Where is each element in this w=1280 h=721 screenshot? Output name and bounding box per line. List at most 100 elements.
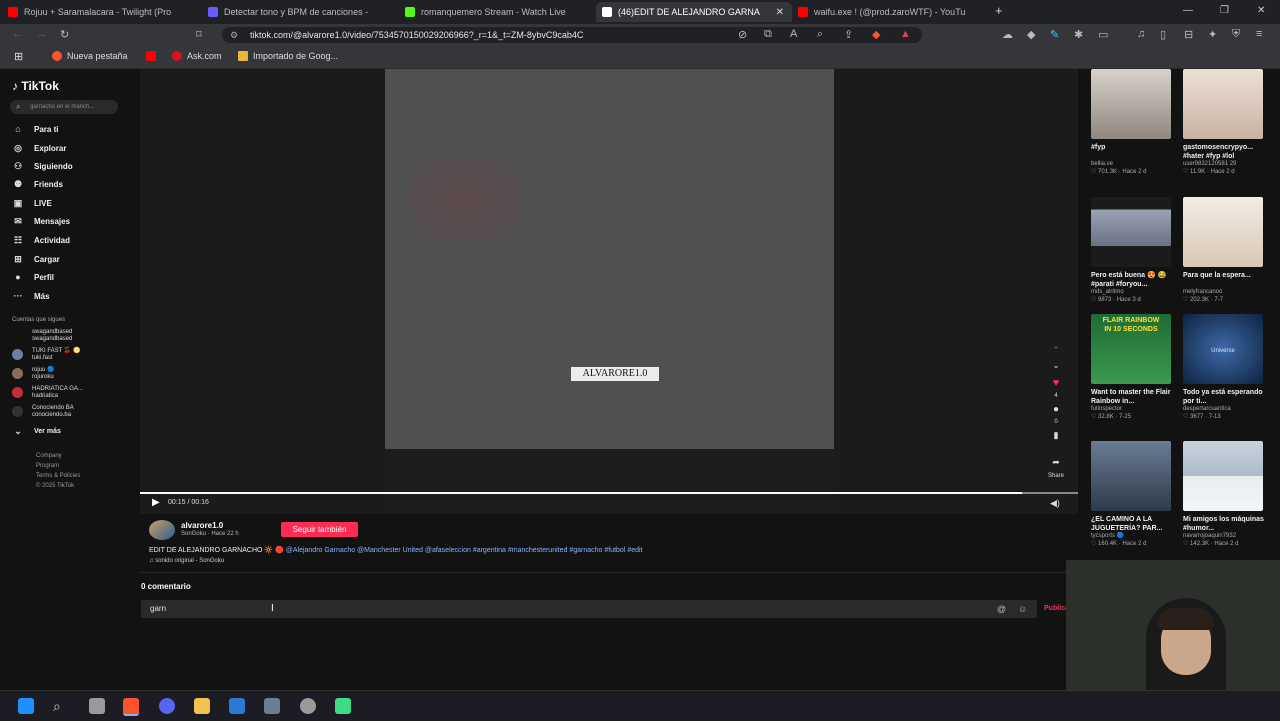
video-card-user[interactable]: tycsports 🔵: [1091, 533, 1173, 540]
translate-icon[interactable]: A: [790, 28, 797, 40]
folder-icon[interactable]: [194, 698, 210, 714]
share-icon[interactable]: ⇪: [844, 28, 853, 41]
nav-cargar[interactable]: ⊞ Cargar: [12, 254, 60, 265]
site-info-icon[interactable]: ⚙: [230, 27, 238, 43]
like-icon[interactable]: ♥: [1048, 377, 1064, 389]
minimize-button[interactable]: —: [1183, 5, 1193, 16]
comment-input[interactable]: garn @ ☺: [141, 600, 1037, 618]
leo-icon[interactable]: ✦: [1208, 28, 1217, 41]
tab-tiktok-active[interactable]: (46)EDIT DE ALEJANDRO GARNA ✕: [596, 2, 792, 22]
nav-para-ti[interactable]: ⌂ Para ti: [12, 124, 58, 134]
author-avatar[interactable]: [149, 520, 175, 540]
emoji-icon[interactable]: ☺: [1018, 600, 1027, 618]
play-icon[interactable]: ▶: [152, 497, 160, 508]
bookmark-icon[interactable]: ⌑: [196, 28, 202, 41]
see-more-button[interactable]: ⌄ Ver más: [12, 426, 61, 437]
open-external-icon[interactable]: ⧉: [764, 28, 772, 41]
tab-rojuu[interactable]: Rojuu + Saramalacara - Twilight (Pro: [8, 2, 193, 22]
cast-icon[interactable]: ⊘: [738, 28, 747, 41]
video-frame[interactable]: [385, 69, 834, 449]
sidebar-toggle-icon[interactable]: ▯: [1160, 28, 1166, 41]
zoom-icon[interactable]: ⌕: [817, 28, 823, 41]
comment-icon[interactable]: ●: [1048, 404, 1064, 415]
video-card[interactable]: Para que la espera... melyfrancanoo ♡ 20…: [1183, 197, 1265, 304]
video-thumbnail[interactable]: FLAIR RAINBOW IN 10 SECONDS: [1091, 314, 1171, 384]
video-card[interactable]: FLAIR RAINBOW IN 10 SECONDS Want to mast…: [1091, 314, 1173, 421]
extension-icon[interactable]: ✎: [1050, 28, 1059, 41]
volume-icon[interactable]: ◀): [1050, 498, 1060, 509]
video-card[interactable]: #fyp bellia.ve ♡ 701.3K · Hace 2 d: [1091, 69, 1173, 176]
nav-mensajes[interactable]: ✉ Mensajes: [12, 216, 70, 227]
brave-icon[interactable]: [123, 698, 139, 716]
store-icon[interactable]: [229, 698, 245, 714]
video-thumbnail[interactable]: [1091, 69, 1171, 139]
tab-youtube-waifu[interactable]: waifu.exe ! (@prod.zaroWTF) - YouTu: [798, 2, 978, 22]
footer-link[interactable]: Program: [36, 461, 80, 471]
task-view-icon[interactable]: [89, 698, 105, 714]
video-thumbnail[interactable]: [1091, 197, 1171, 267]
video-card[interactable]: Mi amigos los máquinas #humor... navarro…: [1183, 441, 1265, 548]
bookmark-folder-imported[interactable]: Importado de Goog...: [238, 51, 338, 61]
footer-link[interactable]: Terms & Policies: [36, 471, 80, 481]
video-card-user[interactable]: navarrojoaquin7932: [1183, 533, 1265, 540]
video-thumbnail[interactable]: [1183, 69, 1263, 139]
video-card[interactable]: Pero está buena 😍 😂 #parati #foryou... m…: [1091, 197, 1173, 304]
brave-shields-icon[interactable]: ◆: [872, 28, 880, 41]
nav-friends[interactable]: ⚉ Friends: [12, 179, 63, 190]
video-thumbnail[interactable]: [1091, 441, 1171, 511]
mention-icon[interactable]: @: [997, 600, 1006, 618]
video-card[interactable]: ¿EL CAMINO A LA JUGUETERÍA? PAR... tycsp…: [1091, 441, 1173, 548]
following-account[interactable]: Conociendo BA conociendo.ba: [12, 405, 74, 419]
extensions-icon[interactable]: ✱: [1074, 28, 1083, 41]
video-card-user[interactable]: melyfrancanoo: [1183, 289, 1265, 296]
video-thumbnail[interactable]: Universe: [1183, 314, 1263, 384]
caption-tags[interactable]: @Alejandro Garnacho @Manchester United @…: [286, 547, 643, 554]
extension-icon[interactable]: ☁: [1002, 28, 1013, 41]
nav-actividad[interactable]: ☷ Actividad: [12, 235, 70, 246]
following-account[interactable]: swagandbased swagandbased: [12, 329, 72, 343]
video-thumbnail[interactable]: [1183, 441, 1263, 511]
nav-siguiendo[interactable]: ⚇ Siguiendo: [12, 161, 73, 172]
search-icon[interactable]: ⌕: [53, 698, 69, 714]
close-window-button[interactable]: ✕: [1257, 5, 1265, 16]
menu-icon[interactable]: ≡: [1256, 28, 1262, 40]
video-card[interactable]: Universe Todo ya está esperando por ti..…: [1183, 314, 1265, 421]
video-card-user[interactable]: user9832120581 29: [1183, 161, 1265, 168]
nav-live[interactable]: ▣ LIVE: [12, 198, 52, 209]
bookmark-ask[interactable]: Ask.com: [172, 51, 222, 61]
tab-detectar-tono[interactable]: Detectar tono y BPM de canciones -: [208, 2, 388, 22]
reading-list-icon[interactable]: ⊟: [1184, 28, 1193, 41]
discord-icon[interactable]: [159, 698, 175, 714]
save-icon[interactable]: ▮: [1048, 430, 1064, 441]
apps-grid-icon[interactable]: ⊞: [14, 50, 23, 63]
following-account[interactable]: HADRIATICA GA... hadriatica: [12, 386, 83, 400]
video-card-user[interactable]: mds_alritmo: [1091, 289, 1173, 296]
next-video-icon[interactable]: ⌄: [1048, 360, 1064, 371]
calculator-icon[interactable]: [264, 698, 280, 714]
video-card[interactable]: gastomosencrypyo... #hater #fyp #lol use…: [1183, 69, 1265, 176]
footer-link[interactable]: Company: [36, 451, 80, 461]
back-icon[interactable]: ←: [12, 28, 23, 40]
previous-video-icon[interactable]: ⌃: [1048, 345, 1064, 356]
nav-perfil[interactable]: ● Perfil: [12, 272, 54, 282]
author-username[interactable]: alvarore1.0: [181, 521, 223, 530]
video-card-user[interactable]: bellia.ve: [1091, 161, 1173, 168]
reload-icon[interactable]: ↻: [60, 28, 69, 41]
extension-icon[interactable]: ◆: [1027, 28, 1035, 41]
new-tab-button[interactable]: +: [995, 3, 1003, 18]
nav-explorar[interactable]: ◎ Explorar: [12, 143, 66, 154]
sound-link[interactable]: ♫ sonido original - SonGoku: [149, 558, 224, 564]
bookmark-nueva-pestana[interactable]: Nueva pestaña: [52, 51, 128, 61]
video-card-user[interactable]: despertarcuantica: [1183, 406, 1265, 413]
following-account[interactable]: rojuu 🔵 rojuroku: [12, 367, 54, 381]
search-input[interactable]: ⌕ garnacho en el manch...: [10, 100, 118, 114]
windows-start-icon[interactable]: [18, 698, 34, 714]
maximize-button[interactable]: ❐: [1220, 5, 1229, 16]
vpn-icon[interactable]: ⛨: [1232, 28, 1240, 41]
wallet-icon[interactable]: ▭: [1098, 28, 1108, 41]
following-account[interactable]: TUKI FAST 🍒 ♋ tuki.fast: [12, 348, 81, 362]
video-player[interactable]: ALVARORE1.0: [140, 69, 1078, 514]
bookmark-youtube[interactable]: [146, 51, 161, 61]
tab-kick-stream[interactable]: romanquemero Stream - Watch Live: [405, 2, 580, 22]
video-card-user[interactable]: futinspector: [1091, 406, 1173, 413]
